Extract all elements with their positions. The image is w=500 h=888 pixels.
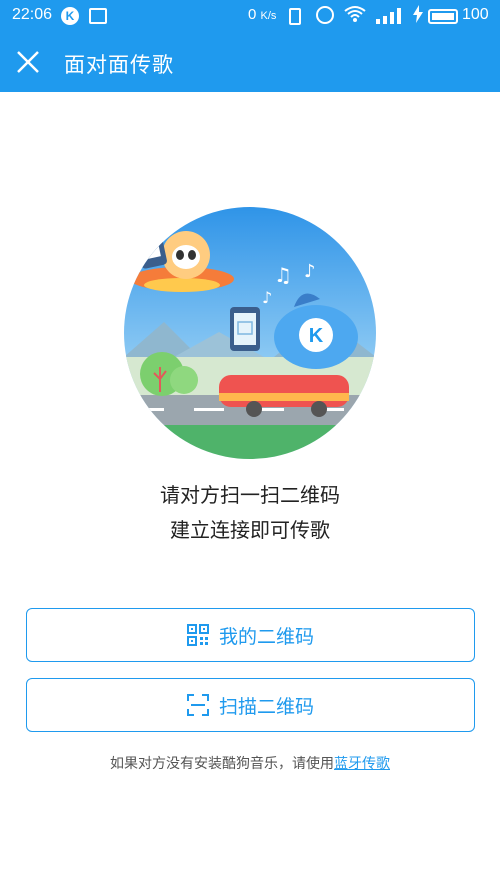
charging-icon [412,5,424,27]
my-qr-code-label: 我的二维码 [218,625,314,648]
svg-text:♪: ♪ [304,261,316,282]
scan-qr-code-button[interactable]: 扫描二维码 [26,678,475,732]
app-header: 面对面传歌 [0,33,500,92]
wifi-icon [344,5,366,27]
instruction-line-1: 请对方扫一扫二维码 [160,483,340,507]
battery-icon [428,9,458,24]
footer-text: 如果对方没有安装酷狗音乐，请使用 [110,756,334,772]
bluetooth-transfer-link[interactable]: 蓝牙传歌 [334,756,390,772]
scan-qr-code-label: 扫描二维码 [218,695,314,718]
svg-text:K: K [309,325,324,347]
kugou-notification-icon: K [61,7,79,25]
battery-level: 100 [462,6,489,23]
svg-text:♪: ♪ [262,288,272,307]
network-speed: 0 K/s [248,6,277,23]
footer-hint: 如果对方没有安装酷狗音乐，请使用蓝牙传歌 [0,753,500,773]
page-title: 面对面传歌 [64,53,174,77]
close-icon[interactable] [14,48,42,76]
qr-code-icon [186,624,209,646]
scan-icon [186,694,209,716]
status-bar: 22:06 K 0 K/s 100 [0,0,500,33]
my-qr-code-button[interactable]: 我的二维码 [26,608,475,662]
instruction-line-2: 建立连接即可传歌 [170,518,330,542]
svg-text:♫: ♫ [274,263,292,287]
vibrate-icon [289,8,301,25]
song-transfer-illustration: K ♫ ♪ ♪ [124,207,376,459]
signal-icon [376,8,402,24]
image-notification-icon [89,8,107,24]
alarm-icon [316,6,334,24]
status-time: 22:06 [12,6,53,23]
